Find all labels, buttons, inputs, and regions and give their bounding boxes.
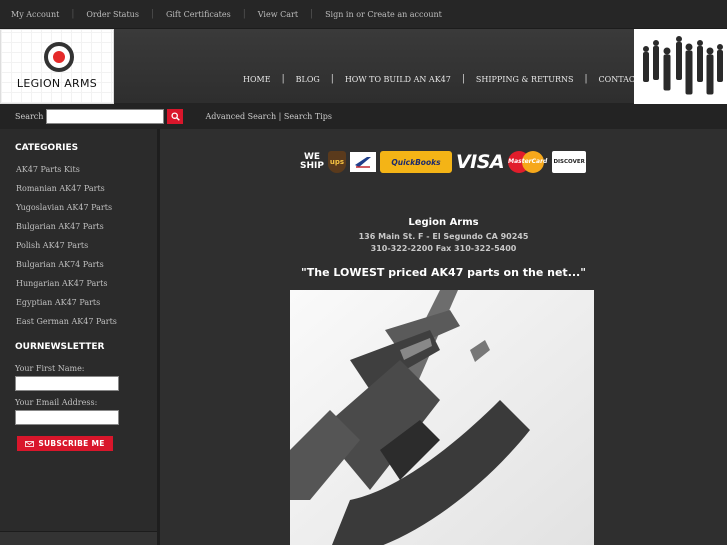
nav-how-to-build[interactable]: HOW TO BUILD AN AK47 — [345, 75, 451, 84]
nav-separator: | — [281, 74, 285, 84]
order-status-link[interactable]: Order Status — [86, 10, 139, 19]
main-navigation: HOME | BLOG | HOW TO BUILD AN AK47 | SHI… — [243, 74, 655, 84]
nav-home[interactable]: HOME — [243, 75, 271, 84]
category-link[interactable]: Polish AK47 Parts — [15, 241, 157, 260]
divider: | — [310, 9, 314, 19]
view-cart-link[interactable]: View Cart — [258, 10, 298, 19]
my-account-link[interactable]: My Account — [11, 10, 59, 19]
search-button[interactable] — [167, 108, 184, 124]
subscribe-button[interactable]: SUBSCRIBE ME — [17, 436, 113, 451]
category-link[interactable]: Romanian AK47 Parts — [15, 184, 157, 203]
usps-logo — [349, 152, 376, 172]
nav-separator: | — [461, 74, 465, 84]
store-phones: 310-322-2200 Fax 310-322-5400 — [370, 244, 517, 253]
advanced-search-link[interactable]: Advanced Search | Search Tips — [205, 112, 332, 121]
main-content: WE SHIP ups QuickBooks VISA MasterCard D… — [160, 129, 727, 545]
category-link[interactable]: AK47 Parts Kits — [15, 165, 157, 184]
nav-blog[interactable]: BLOG — [296, 75, 320, 84]
logo-target-icon — [44, 42, 74, 72]
discover-logo: DISCOVER — [552, 151, 587, 173]
categories-heading: CATEGORIES — [15, 143, 79, 153]
newsletter-heading: OURNEWSLETTER — [15, 342, 105, 352]
category-link[interactable]: Bulgarian AK47 Parts — [15, 222, 157, 241]
logo-text: LEGION ARMS — [16, 77, 98, 90]
email-label: Your Email Address: — [15, 398, 98, 407]
store-info: Legion Arms 136 Main St. F - El Segundo … — [160, 217, 727, 279]
search-input[interactable] — [46, 108, 165, 124]
quickbooks-logo: QuickBooks — [379, 151, 452, 173]
envelope-icon — [25, 440, 35, 447]
search-icon — [171, 111, 180, 121]
store-name: Legion Arms — [408, 217, 479, 228]
nav-separator: | — [330, 74, 334, 84]
search-bar: Search Advanced Search | Search Tips — [0, 103, 727, 129]
category-link[interactable]: Bulgarian AK74 Parts — [15, 260, 157, 279]
first-name-label: Your First Name: — [15, 364, 85, 373]
legion-arms-logo[interactable]: LEGION ARMS — [0, 29, 114, 104]
category-link[interactable]: East German AK47 Parts — [15, 317, 157, 336]
page-body: CATEGORIES AK47 Parts Kits Romanian AK47… — [0, 129, 727, 545]
header-people-image — [634, 29, 727, 104]
gift-certificates-link[interactable]: Gift Certificates — [166, 10, 231, 19]
email-input[interactable] — [15, 410, 119, 425]
category-link[interactable]: Yugoslavian AK47 Parts — [15, 203, 157, 222]
category-link[interactable]: Egyptian AK47 Parts — [15, 298, 157, 317]
divider: | — [242, 9, 246, 19]
sidebar: CATEGORIES AK47 Parts Kits Romanian AK47… — [0, 129, 160, 545]
store-tagline: "The LOWEST priced AK47 parts on the net… — [301, 266, 586, 279]
nav-shipping-returns[interactable]: SHIPPING & RETURNS — [476, 75, 574, 84]
top-account-bar: My Account | Order Status | Gift Certifi… — [0, 0, 727, 28]
first-name-input[interactable] — [15, 376, 119, 391]
category-link[interactable]: Hungarian AK47 Parts — [15, 279, 157, 298]
mastercard-logo: MasterCard — [508, 151, 547, 173]
site-header: LEGION ARMS HOME | BLOG | HOW TO BUILD A… — [0, 28, 727, 104]
search-label: Search — [15, 111, 44, 121]
sidebar-footer — [0, 531, 157, 545]
we-ship-text: WE SHIP — [300, 152, 324, 171]
divider: | — [71, 9, 75, 19]
subscribe-label: SUBSCRIBE ME — [38, 439, 105, 448]
payment-shipping-banner: WE SHIP ups QuickBooks VISA MasterCard D… — [300, 151, 587, 173]
sign-in-link[interactable]: Sign in or Create an account — [325, 10, 442, 19]
ups-logo: ups — [327, 151, 346, 173]
store-address: 136 Main St. F - El Segundo CA 90245 — [358, 232, 529, 241]
ak47-product-photo — [290, 290, 594, 545]
nav-separator: | — [584, 74, 588, 84]
visa-logo: VISA — [455, 151, 505, 173]
divider: | — [150, 9, 154, 19]
